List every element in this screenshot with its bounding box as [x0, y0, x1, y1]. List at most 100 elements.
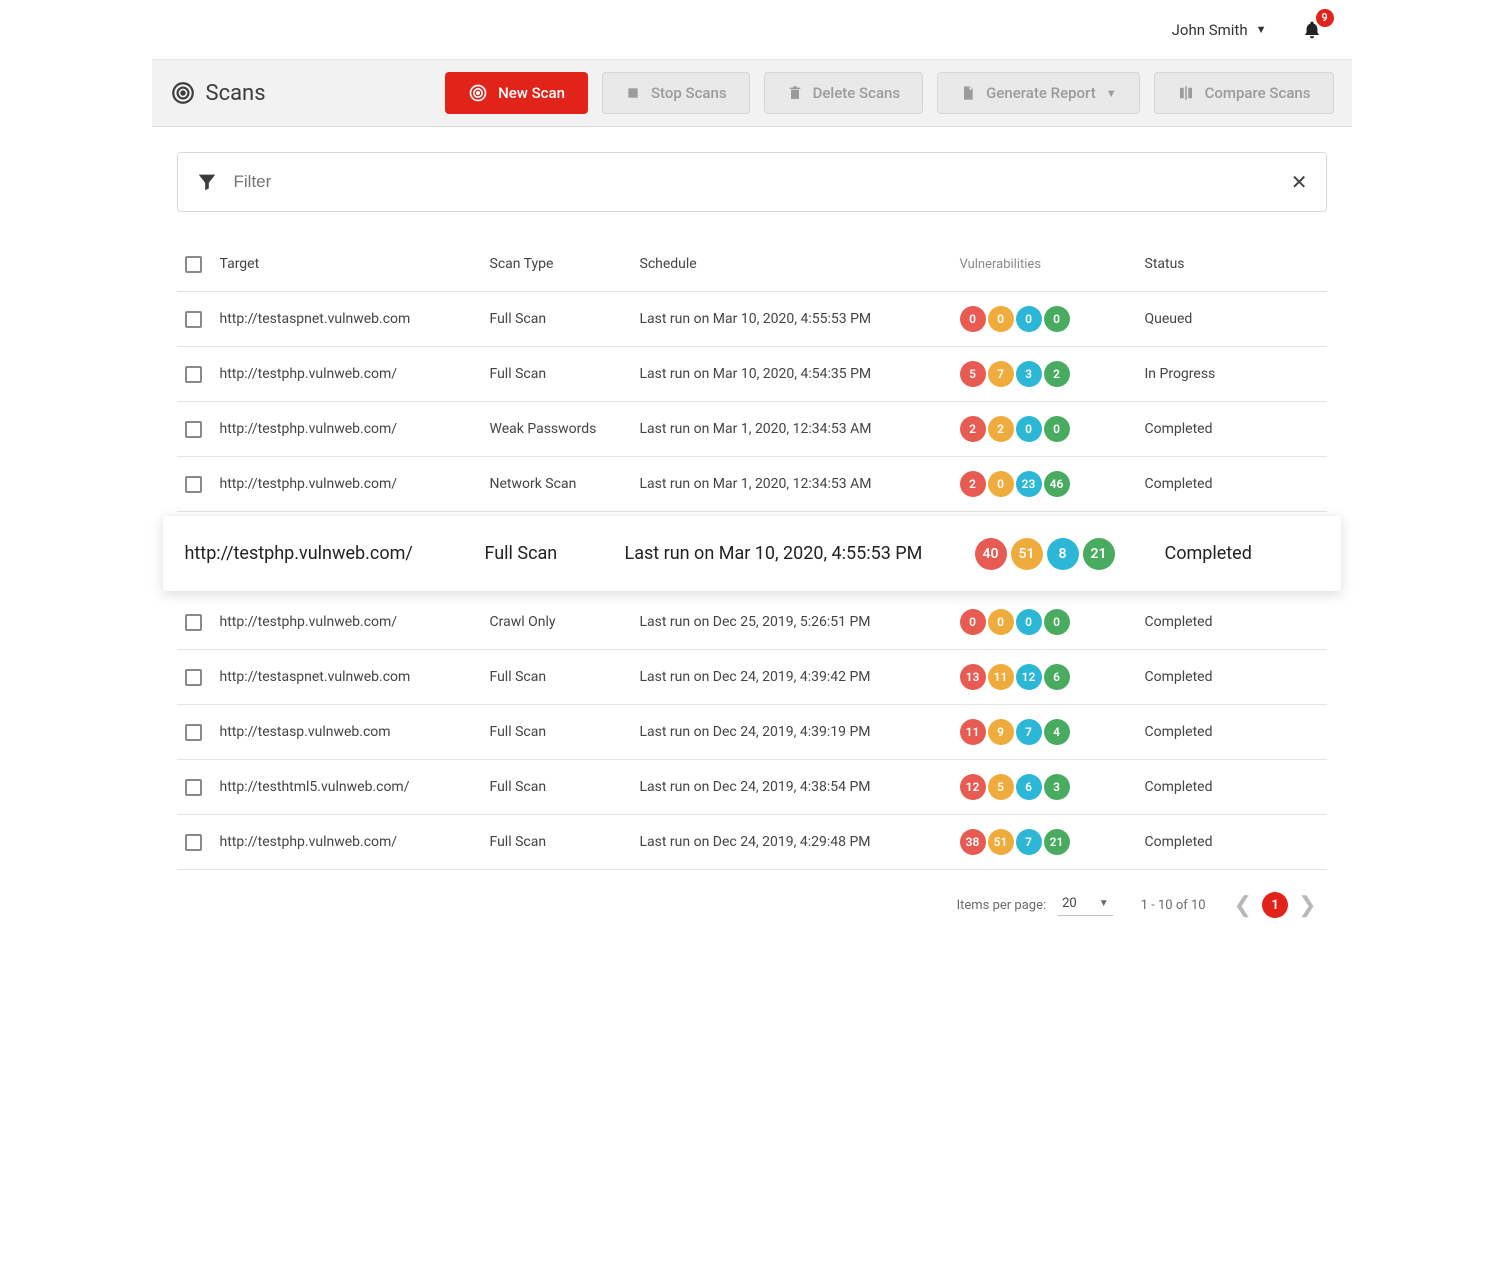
table-row[interactable]: http://testphp.vulnweb.com/Crawl OnlyLas…	[177, 595, 1327, 650]
cell-schedule: Last run on Dec 25, 2019, 5:26:51 PM	[640, 614, 960, 630]
button-label: Delete Scans	[813, 84, 901, 102]
col-vulnerabilities: Vulnerabilities	[960, 257, 1135, 272]
row-checkbox[interactable]	[185, 669, 202, 686]
cell-target: http://testphp.vulnweb.com/	[185, 543, 485, 564]
severity-pill: 12	[1016, 664, 1042, 690]
button-label: Compare Scans	[1205, 84, 1311, 102]
stop-icon	[625, 85, 641, 101]
cell-scan-type: Full Scan	[490, 724, 640, 740]
caret-down-icon: ▼	[1256, 23, 1267, 36]
severity-pill: 6	[1044, 664, 1070, 690]
severity-pill: 0	[1044, 609, 1070, 635]
table-row[interactable]: http://testaspnet.vulnweb.comFull ScanLa…	[177, 292, 1327, 347]
cell-schedule: Last run on Mar 10, 2020, 4:55:53 PM	[625, 543, 975, 564]
user-name: John Smith	[1172, 21, 1248, 39]
table-row[interactable]: http://testasp.vulnweb.comFull ScanLast …	[177, 705, 1327, 760]
severity-pill: 38	[960, 829, 986, 855]
cell-schedule: Last run on Mar 10, 2020, 4:55:53 PM	[640, 311, 960, 327]
severity-pill: 21	[1083, 538, 1115, 570]
page-header: Scans	[170, 80, 266, 106]
severity-pill: 13	[960, 664, 986, 690]
toolbar: Scans New Scan Stop Scans Delete Scans G…	[152, 60, 1352, 127]
cell-status: Completed	[1135, 779, 1319, 795]
select-all-checkbox[interactable]	[185, 256, 202, 273]
severity-pill: 0	[960, 306, 986, 332]
severity-pill: 5	[988, 774, 1014, 800]
severity-pill: 46	[1044, 471, 1070, 497]
severity-pill: 2	[1044, 361, 1070, 387]
scans-table: Target Scan Type Schedule Vulnerabilitie…	[177, 237, 1327, 870]
severity-pill: 12	[960, 774, 986, 800]
page-button-current[interactable]: 1	[1262, 892, 1288, 918]
items-per-page-value: 20	[1062, 896, 1077, 911]
row-checkbox[interactable]	[185, 614, 202, 631]
row-checkbox[interactable]	[185, 476, 202, 493]
row-checkbox[interactable]	[185, 421, 202, 438]
severity-pill: 23	[1016, 471, 1042, 497]
cell-scan-type: Crawl Only	[490, 614, 640, 630]
severity-pill: 51	[1011, 538, 1043, 570]
severity-pill: 11	[988, 664, 1014, 690]
content: ✕ Target Scan Type Schedule Vulnerabilit…	[152, 127, 1352, 953]
cell-vulnerabilities: 202346	[960, 471, 1135, 497]
generate-report-button[interactable]: Generate Report ▼	[937, 72, 1140, 114]
notifications-badge: 9	[1316, 9, 1334, 27]
cell-status: Completed	[1135, 476, 1319, 492]
cell-schedule: Last run on Mar 1, 2020, 12:34:53 AM	[640, 421, 960, 437]
filter-input[interactable]	[232, 171, 1277, 193]
cell-vulnerabilities: 4051821	[975, 538, 1155, 570]
button-label: New Scan	[498, 84, 565, 102]
target-icon	[170, 80, 196, 106]
row-checkbox[interactable]	[185, 834, 202, 851]
table-row[interactable]: http://testphp.vulnweb.com/Full ScanLast…	[163, 516, 1341, 591]
prev-page-button[interactable]: ❮	[1234, 893, 1252, 918]
trash-icon	[787, 84, 803, 102]
severity-pill: 0	[988, 609, 1014, 635]
cell-target: http://testaspnet.vulnweb.com	[220, 669, 490, 685]
button-label: Stop Scans	[651, 84, 727, 102]
cell-target: http://testhtml5.vulnweb.com/	[220, 779, 490, 795]
table-row[interactable]: http://testphp.vulnweb.com/Full ScanLast…	[177, 347, 1327, 402]
cell-schedule: Last run on Dec 24, 2019, 4:39:42 PM	[640, 669, 960, 685]
cell-target: http://testphp.vulnweb.com/	[220, 476, 490, 492]
table-row[interactable]: http://testaspnet.vulnweb.comFull ScanLa…	[177, 650, 1327, 705]
severity-pill: 40	[975, 538, 1007, 570]
row-checkbox[interactable]	[185, 779, 202, 796]
table-row[interactable]: http://testphp.vulnweb.com/Network ScanL…	[177, 457, 1327, 512]
cell-vulnerabilities: 0000	[960, 609, 1135, 635]
table-row[interactable]: http://testphp.vulnweb.com/Full ScanLast…	[177, 815, 1327, 870]
cell-scan-type: Full Scan	[490, 311, 640, 327]
cell-scan-type: Full Scan	[490, 779, 640, 795]
table-header: Target Scan Type Schedule Vulnerabilitie…	[177, 237, 1327, 292]
cell-status: In Progress	[1135, 366, 1319, 382]
severity-pill: 51	[988, 829, 1014, 855]
table-row[interactable]: http://testhtml5.vulnweb.com/Full ScanLa…	[177, 760, 1327, 815]
caret-down-icon: ▼	[1106, 87, 1117, 100]
button-label: Generate Report	[986, 84, 1096, 102]
row-checkbox[interactable]	[185, 311, 202, 328]
next-page-button[interactable]: ❯	[1298, 893, 1316, 918]
document-icon	[960, 84, 976, 102]
page-title: Scans	[206, 81, 266, 106]
cell-scan-type: Weak Passwords	[490, 421, 640, 437]
table-row[interactable]: http://testphp.vulnweb.com/Weak Password…	[177, 402, 1327, 457]
user-menu[interactable]: John Smith ▼	[1172, 21, 1267, 39]
close-icon[interactable]: ✕	[1291, 170, 1308, 194]
stop-scans-button[interactable]: Stop Scans	[602, 72, 750, 114]
severity-pill: 0	[1044, 306, 1070, 332]
cell-status: Completed	[1135, 669, 1319, 685]
severity-pill: 3	[1016, 361, 1042, 387]
new-scan-button[interactable]: New Scan	[445, 72, 588, 114]
row-checkbox[interactable]	[185, 366, 202, 383]
compare-scans-button[interactable]: Compare Scans	[1154, 72, 1334, 114]
delete-scans-button[interactable]: Delete Scans	[764, 72, 924, 114]
cell-vulnerabilities: 2200	[960, 416, 1135, 442]
notifications-button[interactable]: 9	[1302, 19, 1322, 41]
col-target: Target	[220, 256, 490, 272]
cell-schedule: Last run on Mar 10, 2020, 4:54:35 PM	[640, 366, 960, 382]
top-bar: John Smith ▼ 9	[152, 0, 1352, 60]
cell-target: http://testasp.vulnweb.com	[220, 724, 490, 740]
row-checkbox[interactable]	[185, 724, 202, 741]
cell-scan-type: Full Scan	[485, 543, 625, 564]
items-per-page-select[interactable]: 20 ▼	[1058, 894, 1113, 916]
